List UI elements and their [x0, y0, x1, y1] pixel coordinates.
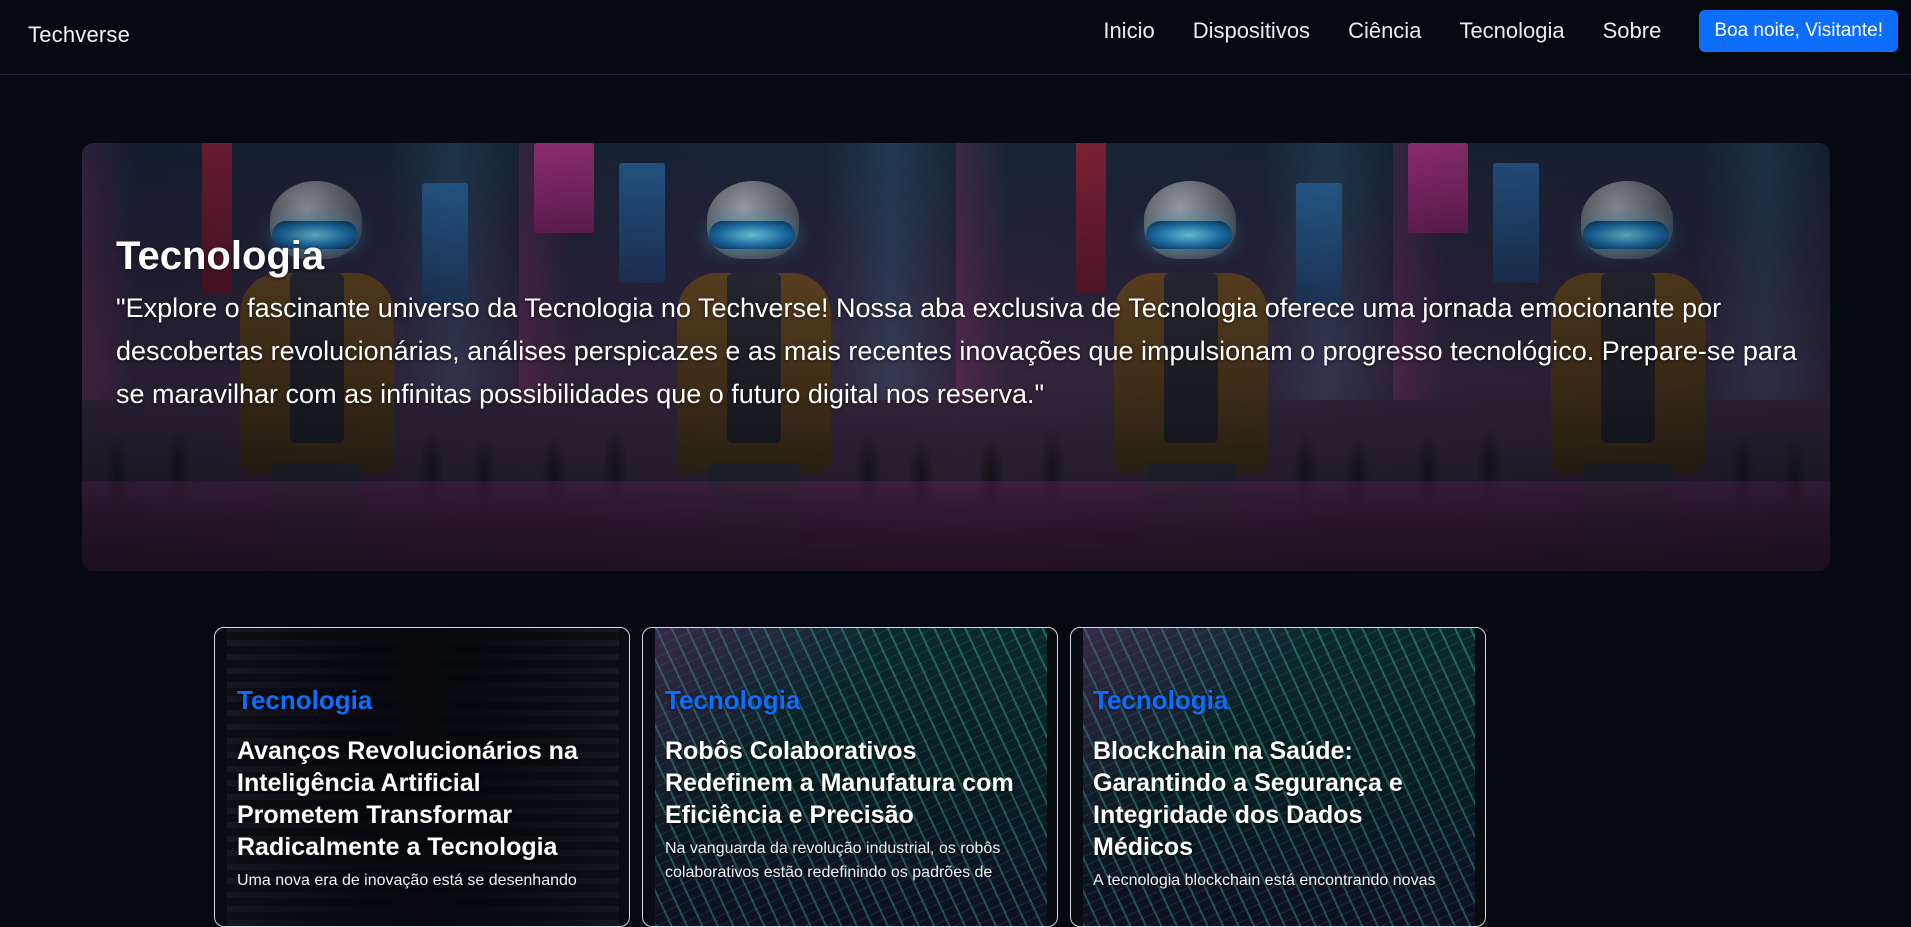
navbar: Techverse Inicio Dispositivos Ciência Te… [0, 0, 1911, 75]
nav-link-ciencia[interactable]: Ciência [1348, 18, 1421, 44]
card-excerpt: A tecnologia blockchain está encontrando… [1093, 871, 1436, 889]
card-body: Tecnologia Blockchain na Saúde: Garantin… [1093, 686, 1465, 893]
hero-text: Tecnologia "Explore o fascinante univers… [116, 233, 1806, 416]
article-card[interactable]: Tecnologia Robôs Colaborativos Redefinem… [642, 627, 1058, 927]
card-title[interactable]: Avanços Revolucionários na Inteligência … [237, 735, 609, 863]
hero-banner: Tecnologia "Explore o fascinante univers… [82, 143, 1830, 571]
card-category[interactable]: Tecnologia [665, 686, 1037, 715]
nav-link-dispositivos[interactable]: Dispositivos [1193, 18, 1310, 44]
card-title[interactable]: Robôs Colaborativos Redefinem a Manufatu… [665, 735, 1037, 831]
card-body: Tecnologia Avanços Revolucionários na In… [237, 686, 609, 893]
hero-description: "Explore o fascinante universo da Tecnol… [116, 293, 1797, 409]
nav-link-tecnologia[interactable]: Tecnologia [1459, 18, 1564, 44]
card-category[interactable]: Tecnologia [237, 686, 609, 715]
hero-title: Tecnologia [116, 234, 325, 278]
card-excerpt: Uma nova era de inovação está se desenha… [237, 871, 577, 889]
nav-links: Inicio Dispositivos Ciência Tecnologia S… [1103, 0, 1911, 62]
article-card[interactable]: Tecnologia Avanços Revolucionários na In… [214, 627, 630, 927]
card-category[interactable]: Tecnologia [1093, 686, 1465, 715]
nav-link-inicio[interactable]: Inicio [1103, 18, 1154, 44]
nav-link-sobre[interactable]: Sobre [1603, 18, 1662, 44]
greeting-button[interactable]: Boa noite, Visitante! [1699, 10, 1898, 52]
card-body: Tecnologia Robôs Colaborativos Redefinem… [665, 686, 1037, 885]
card-excerpt: Na vanguarda da revolução industrial, os… [665, 839, 1001, 881]
brand-logo[interactable]: Techverse [28, 22, 130, 48]
article-cards: Tecnologia Avanços Revolucionários na In… [214, 627, 1498, 927]
article-card[interactable]: Tecnologia Blockchain na Saúde: Garantin… [1070, 627, 1486, 927]
card-title[interactable]: Blockchain na Saúde: Garantindo a Segura… [1093, 735, 1465, 863]
